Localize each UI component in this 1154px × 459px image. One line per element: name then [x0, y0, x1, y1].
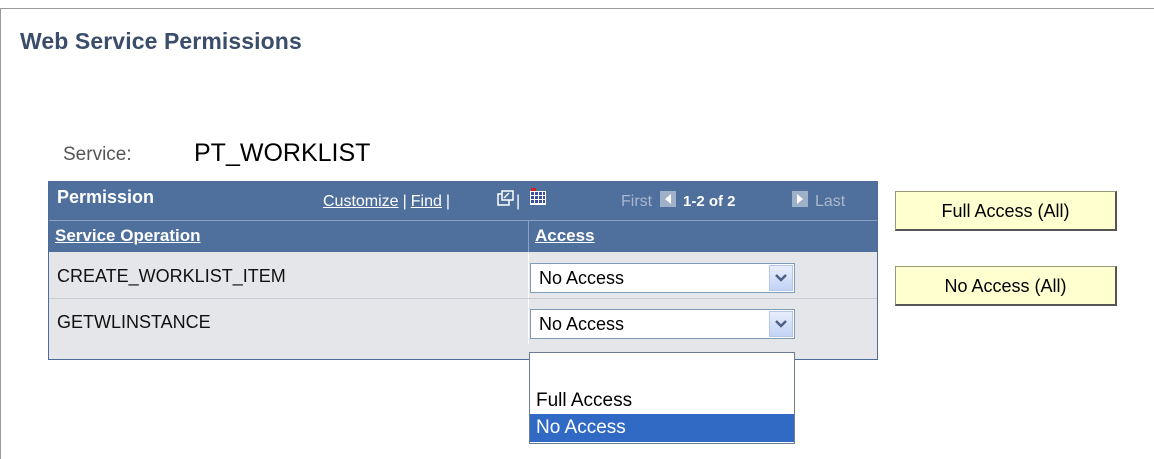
link-separator: |: [516, 193, 521, 210]
nav-last: Last: [815, 193, 846, 210]
no-access-all-button[interactable]: No Access (All): [895, 266, 1117, 306]
table-row: CREATE_WORKLIST_ITEM No Access: [49, 253, 877, 299]
column-divider: [528, 299, 529, 344]
access-select-value: No Access: [539, 268, 625, 288]
frame-left-border: [0, 8, 1, 459]
service-operation-cell: GETWLINSTANCE: [57, 312, 211, 332]
full-access-all-button[interactable]: Full Access (All): [895, 191, 1117, 231]
customize-link[interactable]: Customize: [323, 193, 399, 210]
dropdown-option-blank[interactable]: [530, 355, 794, 383]
column-header-service-operation[interactable]: Service Operation: [49, 220, 528, 252]
access-select-value: No Access: [539, 314, 625, 334]
permission-grid: Permission Customize | Find | | First 1-2 o…: [48, 181, 878, 360]
service-value: PT_WORKLIST: [194, 139, 371, 167]
service-label: Service:: [63, 144, 132, 165]
find-link[interactable]: Find: [411, 193, 442, 210]
column-header-access[interactable]: Access: [528, 220, 877, 252]
grid-title: Permission: [57, 187, 155, 207]
grid-links: Customize | Find |: [323, 193, 454, 211]
chevron-down-icon[interactable]: [769, 311, 793, 337]
first-arrow-icon: [660, 191, 676, 207]
frame-top-border: [0, 8, 1154, 9]
dropdown-option-no-access[interactable]: No Access: [530, 414, 794, 442]
page-title: Web Service Permissions: [20, 28, 302, 54]
access-select[interactable]: No Access: [530, 263, 795, 293]
download-grid-icon[interactable]: [530, 188, 546, 205]
access-dropdown-list[interactable]: Full Access No Access: [529, 352, 795, 444]
row-count: 1-2 of 2: [683, 193, 736, 210]
new-window-icon[interactable]: [497, 190, 514, 207]
dropdown-option-full-access[interactable]: Full Access: [530, 387, 794, 415]
last-arrow-icon: [792, 191, 808, 207]
table-row: GETWLINSTANCE No Access: [49, 299, 877, 344]
service-operation-cell: CREATE_WORKLIST_ITEM: [57, 266, 286, 286]
column-header-row: Service Operation Access: [49, 220, 877, 252]
chevron-down-icon[interactable]: [769, 265, 793, 291]
link-separator: |: [402, 193, 407, 210]
access-select[interactable]: No Access: [530, 309, 795, 339]
grid-header: Permission Customize | Find | | First 1-2 o…: [49, 182, 877, 220]
column-divider: [528, 253, 529, 298]
link-separator: |: [445, 193, 451, 210]
nav-first: First: [621, 193, 653, 210]
